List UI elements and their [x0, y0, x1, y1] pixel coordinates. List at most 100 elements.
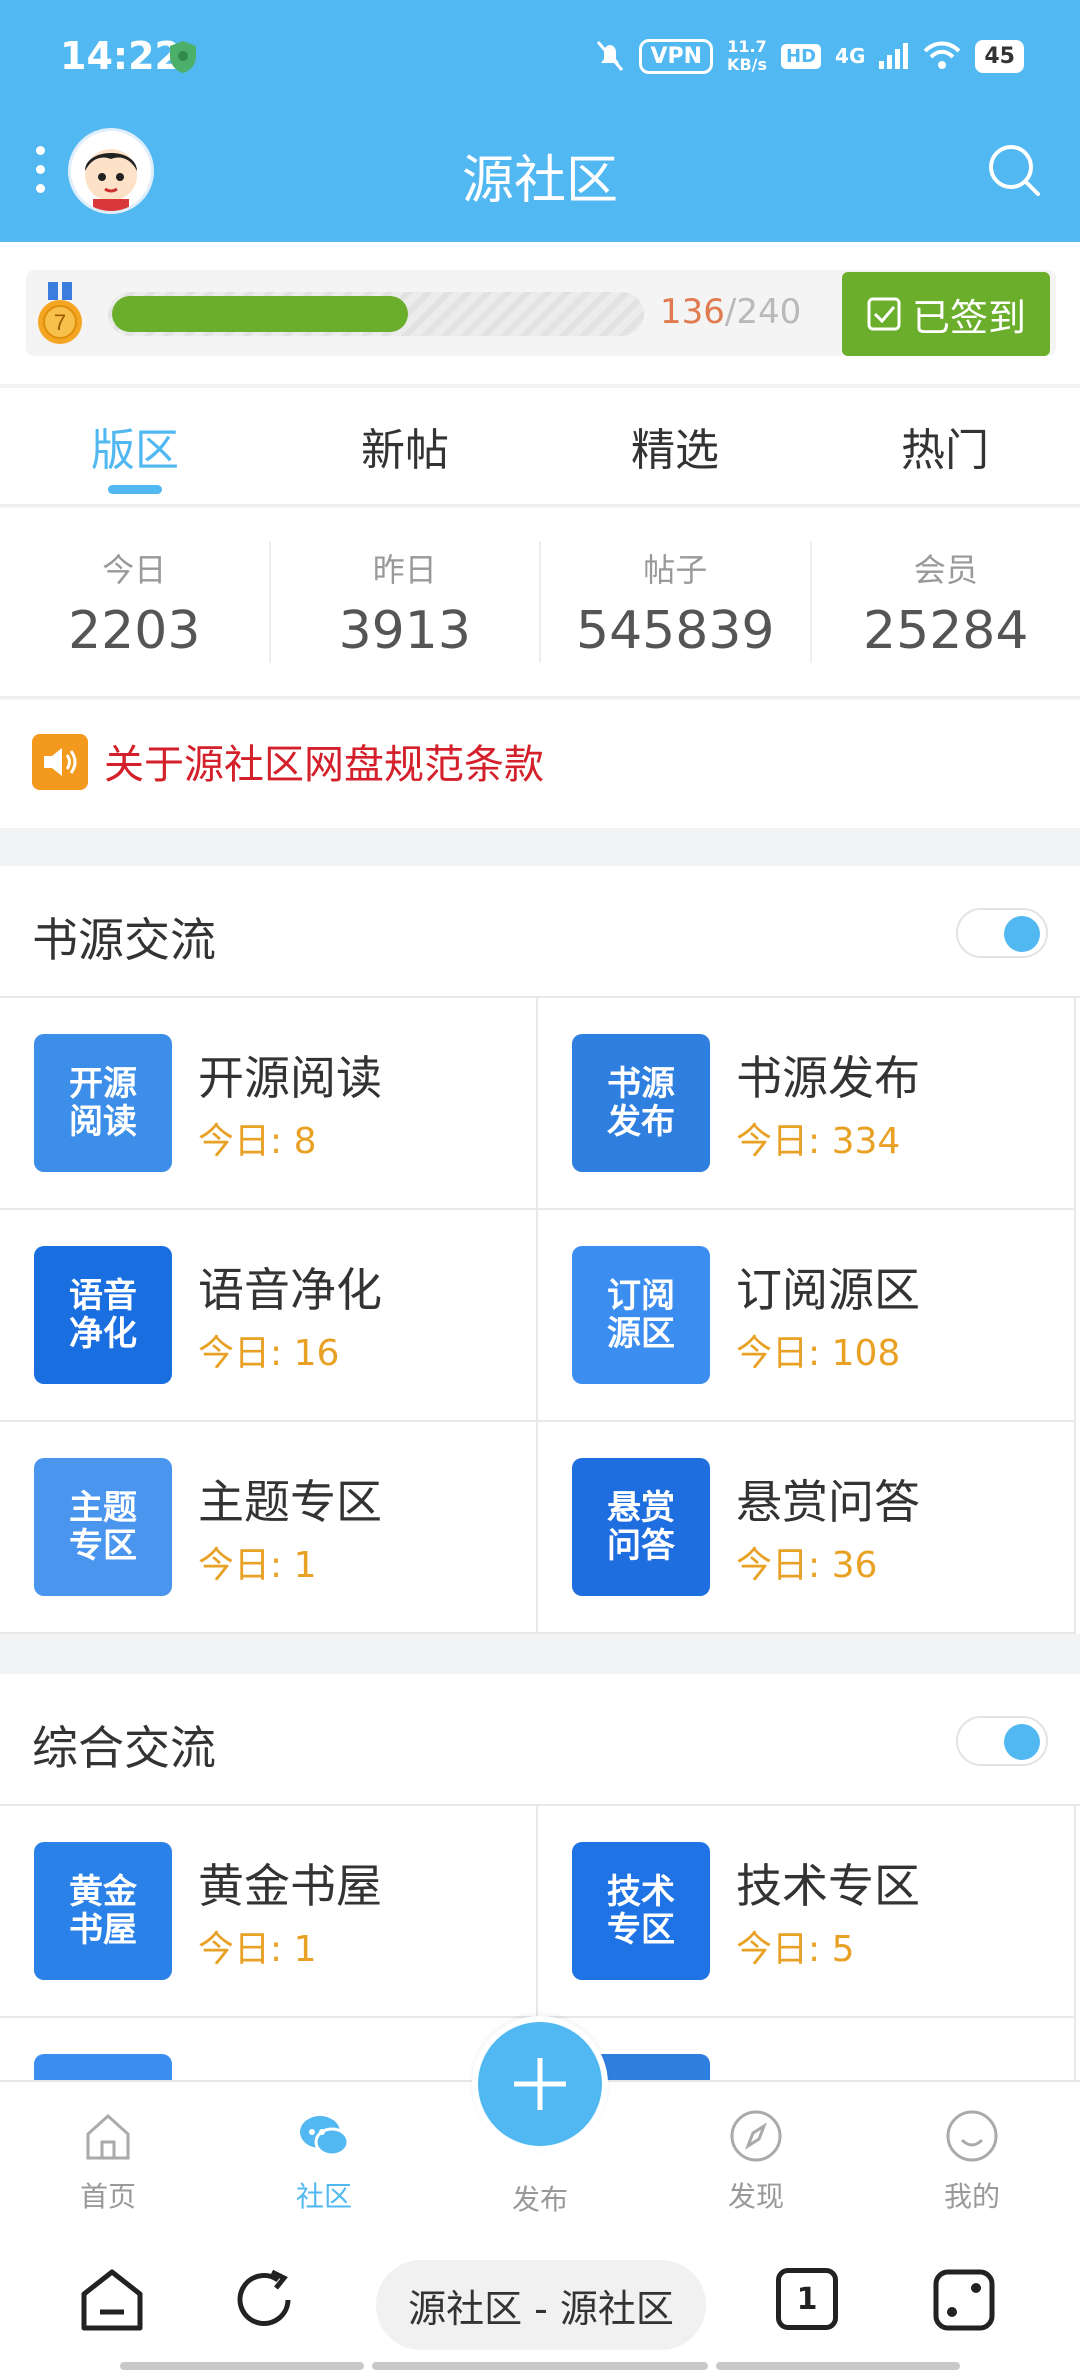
hd-badge: HD	[781, 43, 822, 69]
section-header: 综合交流	[0, 1674, 1080, 1806]
nav-community[interactable]: 社区	[216, 2082, 432, 2226]
stat-label: 会员	[913, 551, 978, 589]
speed-value: 11.7	[727, 37, 767, 56]
section-book-sources: 书源交流 开源 阅读 开源阅读 今日: 8 书源 发布 书源发布 今日: 334 语…	[0, 866, 1080, 1634]
nav-label: 社区	[295, 2180, 352, 2213]
section-title: 综合交流	[32, 1721, 216, 1775]
medal-icon: 7	[38, 282, 82, 344]
board-name: 主题专区	[198, 1475, 382, 1529]
progress-total: 240	[736, 292, 802, 332]
home-icon	[86, 2113, 130, 2160]
stat-yesterday: 昨日 3913	[271, 541, 541, 663]
board-item[interactable]: 开源 阅读 开源阅读 今日: 8	[0, 998, 538, 1210]
section-header: 书源交流	[0, 866, 1080, 998]
toggle-knob	[1004, 916, 1040, 952]
status-time: 14:22	[60, 34, 181, 78]
address-bar[interactable]: 源社区 - 源社区	[376, 2260, 706, 2350]
nav-discover[interactable]: 发现	[648, 2082, 864, 2226]
board-today: 今日: 16	[198, 1333, 340, 1374]
board-item[interactable]: 订阅 源区 订阅源区 今日: 108	[538, 1210, 1076, 1422]
board-thumbnail: 开源 阅读	[34, 1034, 172, 1172]
section-toggle[interactable]	[956, 908, 1048, 958]
gesture-bar	[120, 2362, 364, 2370]
board-name: 书源发布	[736, 1051, 920, 1105]
tab-hot[interactable]: 热门	[810, 388, 1080, 504]
board-thumbnail: 订阅 源区	[572, 1246, 710, 1384]
status-bar: 14:22 VPN 11.7 KB/s HD 4G 45	[0, 0, 1080, 116]
gesture-bar	[372, 2362, 708, 2370]
stat-value: 545839	[575, 601, 775, 661]
board-item-partial[interactable]	[538, 2018, 1076, 2080]
nav-home[interactable]: 首页	[0, 2082, 216, 2226]
board-name: 语音净化	[198, 1263, 382, 1317]
stat-today: 今日 2203	[0, 541, 271, 663]
tab-featured[interactable]: 精选	[540, 388, 810, 504]
page-title: 源社区	[461, 151, 618, 211]
signal-icon	[879, 43, 909, 69]
board-item[interactable]: 语音 净化 语音净化 今日: 16	[0, 1210, 538, 1422]
board-item[interactable]: 黄金 书屋 黄金书屋 今日: 1	[0, 1806, 538, 2018]
stat-members: 会员 25284	[812, 541, 1080, 663]
announcement-text[interactable]: 关于源社区网盘规范条款	[104, 732, 544, 790]
stat-label: 今日	[102, 551, 167, 589]
main-tabs: 版区 新帖 精选 热门	[0, 388, 1080, 506]
speaker-icon	[32, 734, 88, 790]
network-speed: 11.7 KB/s	[727, 38, 767, 74]
tab-boards[interactable]: 版区	[0, 388, 270, 504]
post-label: 发布	[511, 2183, 568, 2216]
board-today: 今日: 334	[736, 1121, 901, 1162]
board-item[interactable]: 主题 专区 主题专区 今日: 1	[0, 1422, 538, 1634]
board-thumbnail: 主题 专区	[34, 1458, 172, 1596]
nav-mine[interactable]: 我的	[864, 2082, 1080, 2226]
shield-icon	[170, 41, 196, 73]
stat-value: 25284	[863, 601, 1029, 661]
board-grid: 开源 阅读 开源阅读 今日: 8 书源 发布 书源发布 今日: 334 语音 净化 语…	[0, 998, 1080, 1634]
gesture-bar	[716, 2362, 960, 2370]
signed-in-label: 已签到	[911, 295, 1026, 340]
board-thumbnail: 技术 专区	[572, 1842, 710, 1980]
title-bar: 源社区	[0, 116, 1080, 242]
checkbox-icon	[867, 297, 901, 331]
board-item[interactable]: 技术 专区 技术专区 今日: 5	[538, 1806, 1076, 2018]
speed-unit: KB/s	[727, 55, 768, 74]
nav-label: 发现	[727, 2180, 784, 2213]
board-item-partial[interactable]	[0, 2018, 538, 2080]
board-item[interactable]: 书源 发布 书源发布 今日: 334	[538, 998, 1076, 1210]
stat-posts: 帖子 545839	[541, 541, 812, 663]
menu-dice-icon[interactable]	[928, 2264, 1000, 2336]
compass-icon	[730, 2110, 782, 2162]
board-today: 今日: 1	[198, 1545, 317, 1586]
board-today: 今日: 108	[736, 1333, 901, 1374]
post-button[interactable]	[472, 2016, 608, 2152]
network-type: 4G	[835, 44, 866, 68]
progress-current: 136	[660, 292, 725, 332]
board-name: 技术专区	[736, 1859, 920, 1913]
search-icon[interactable]	[984, 140, 1044, 200]
app-header: 14:22 VPN 11.7 KB/s HD 4G 45 源社区	[0, 0, 1080, 242]
toggle-knob	[1004, 1724, 1040, 1760]
smile-icon	[946, 2110, 998, 2162]
browser-home-icon[interactable]	[76, 2264, 148, 2336]
board-thumbnail: 语音 净化	[34, 1246, 172, 1384]
section-toggle[interactable]	[956, 1716, 1048, 1766]
status-right: VPN 11.7 KB/s HD 4G 45	[595, 34, 1024, 78]
refresh-icon[interactable]	[228, 2264, 300, 2336]
browser-bar: 源社区 - 源社区 1	[0, 2226, 1080, 2376]
tab-count-button[interactable]: 1	[776, 2268, 838, 2330]
tab-new-posts[interactable]: 新帖	[270, 388, 540, 504]
progress-separator: /	[724, 292, 737, 332]
signed-in-button[interactable]: 已签到	[842, 272, 1050, 356]
nav-label: 首页	[79, 2180, 136, 2213]
board-name: 黄金书屋	[198, 1859, 382, 1913]
board-thumbnail: 黄金 书屋	[34, 1842, 172, 1980]
stat-value: 2203	[68, 601, 201, 661]
board-name: 订阅源区	[736, 1263, 920, 1317]
board-item[interactable]: 悬赏 问答 悬赏问答 今日: 36	[538, 1422, 1076, 1634]
level-progress-fill	[112, 296, 408, 332]
board-thumbnail: 书源 发布	[572, 1034, 710, 1172]
announcement-bar[interactable]: 关于源社区网盘规范条款	[0, 700, 1080, 828]
nav-label: 我的	[943, 2180, 1000, 2213]
board-thumbnail	[34, 2054, 172, 2080]
board-today: 今日: 5	[736, 1929, 855, 1970]
battery-indicator: 45	[975, 39, 1024, 73]
